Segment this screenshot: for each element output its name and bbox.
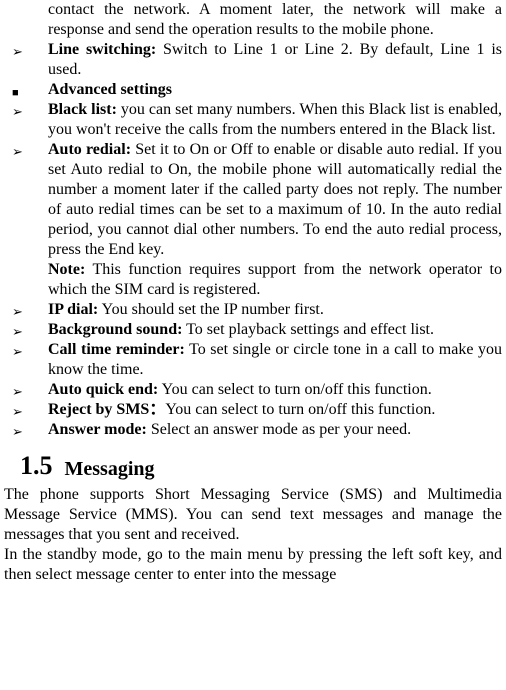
bg-sound-row: ➢ Background sound: To set playback sett… bbox=[4, 320, 502, 340]
answer-mode-label: Answer mode: bbox=[48, 421, 147, 438]
bg-sound-label: Background sound: bbox=[48, 321, 182, 338]
reject-sms-text: Reject by SMS：You can select to turn on/… bbox=[48, 400, 502, 420]
arrow-bullet: ➢ bbox=[4, 320, 48, 340]
black-list-desc: you can set many numbers. When this Blac… bbox=[48, 101, 502, 138]
section-name: Messaging bbox=[65, 457, 155, 482]
note-desc: This function requires support from the … bbox=[48, 261, 502, 298]
ip-dial-text: IP dial: You should set the IP number fi… bbox=[48, 300, 502, 320]
bg-sound-text: Background sound: To set playback settin… bbox=[48, 320, 502, 340]
black-list-row: ➢ Black list: you can set many numbers. … bbox=[4, 100, 502, 140]
advanced-settings-row: ■ Advanced settings bbox=[4, 80, 502, 100]
auto-quick-row: ➢ Auto quick end: You can select to turn… bbox=[4, 380, 502, 400]
reject-sms-row: ➢ Reject by SMS：You can select to turn o… bbox=[4, 400, 502, 420]
arrow-icon: ➢ bbox=[12, 144, 23, 160]
answer-mode-text: Answer mode: Select an answer mode as pe… bbox=[48, 420, 502, 440]
arrow-icon: ➢ bbox=[12, 344, 23, 360]
section-number: 1.5 bbox=[20, 450, 53, 483]
reject-sms-desc: You can select to turn on/off this funct… bbox=[165, 401, 435, 418]
arrow-icon: ➢ bbox=[12, 384, 23, 400]
arrow-icon: ➢ bbox=[12, 424, 23, 440]
arrow-bullet: ➢ bbox=[4, 340, 48, 360]
messaging-para1: The phone supports Short Messaging Servi… bbox=[4, 485, 502, 545]
arrow-bullet: ➢ bbox=[4, 100, 48, 120]
call-time-label: Call time reminder: bbox=[48, 341, 185, 358]
arrow-bullet: ➢ bbox=[4, 420, 48, 440]
black-list-text: Black list: you can set many numbers. Wh… bbox=[48, 100, 502, 140]
auto-redial-label: Auto redial: bbox=[48, 141, 131, 158]
bg-sound-desc: To set playback settings and effect list… bbox=[182, 321, 434, 338]
auto-quick-text: Auto quick end: You can select to turn o… bbox=[48, 380, 502, 400]
arrow-icon: ➢ bbox=[12, 44, 23, 60]
ip-dial-row: ➢ IP dial: You should set the IP number … bbox=[4, 300, 502, 320]
arrow-icon: ➢ bbox=[12, 404, 23, 420]
line-switching-row: ➢ Line switching: Switch to Line 1 or Li… bbox=[4, 40, 502, 80]
section-title: 1.5 Messaging bbox=[4, 450, 502, 483]
answer-mode-row: ➢ Answer mode: Select an answer mode as … bbox=[4, 420, 502, 440]
arrow-bullet: ➢ bbox=[4, 40, 48, 60]
call-time-row: ➢ Call time reminder: To set single or c… bbox=[4, 340, 502, 380]
ip-dial-label: IP dial: bbox=[48, 301, 98, 318]
arrow-icon: ➢ bbox=[12, 104, 23, 120]
note-row: Note: This function requires support fro… bbox=[4, 260, 502, 300]
reject-sms-label: Reject by SMS： bbox=[48, 401, 165, 418]
arrow-bullet: ➢ bbox=[4, 380, 48, 400]
messaging-para2: In the standby mode, go to the main menu… bbox=[4, 545, 502, 585]
advanced-settings-label: Advanced settings bbox=[48, 80, 502, 100]
top-fragment-row: contact the network. A moment later, the… bbox=[4, 0, 502, 40]
call-time-text: Call time reminder: To set single or cir… bbox=[48, 340, 502, 380]
page: contact the network. A moment later, the… bbox=[0, 0, 506, 690]
arrow-bullet: ➢ bbox=[4, 400, 48, 420]
note-text: Note: This function requires support fro… bbox=[48, 260, 502, 300]
auto-redial-text: Auto redial: Set it to On or Off to enab… bbox=[48, 140, 502, 260]
line-switching-text: Line switching: Switch to Line 1 or Line… bbox=[48, 40, 502, 80]
square-bullet: ■ bbox=[4, 80, 48, 100]
auto-quick-label: Auto quick end: bbox=[48, 381, 158, 398]
square-icon: ■ bbox=[12, 87, 19, 101]
black-list-label: Black list: bbox=[48, 101, 117, 118]
auto-redial-desc: Set it to On or Off to enable or disable… bbox=[48, 141, 502, 258]
arrow-icon: ➢ bbox=[12, 304, 23, 320]
arrow-icon: ➢ bbox=[12, 324, 23, 340]
ip-dial-desc: You should set the IP number first. bbox=[98, 301, 324, 318]
auto-redial-row: ➢ Auto redial: Set it to On or Off to en… bbox=[4, 140, 502, 260]
note-label: Note: bbox=[48, 261, 85, 278]
line-switching-label: Line switching: bbox=[48, 41, 156, 58]
top-fragment-text: contact the network. A moment later, the… bbox=[48, 0, 502, 40]
arrow-bullet: ➢ bbox=[4, 300, 48, 320]
answer-mode-desc: Select an answer mode as per your need. bbox=[147, 421, 411, 438]
arrow-bullet: ➢ bbox=[4, 140, 48, 160]
auto-quick-desc: You can select to turn on/off this funct… bbox=[158, 381, 431, 398]
